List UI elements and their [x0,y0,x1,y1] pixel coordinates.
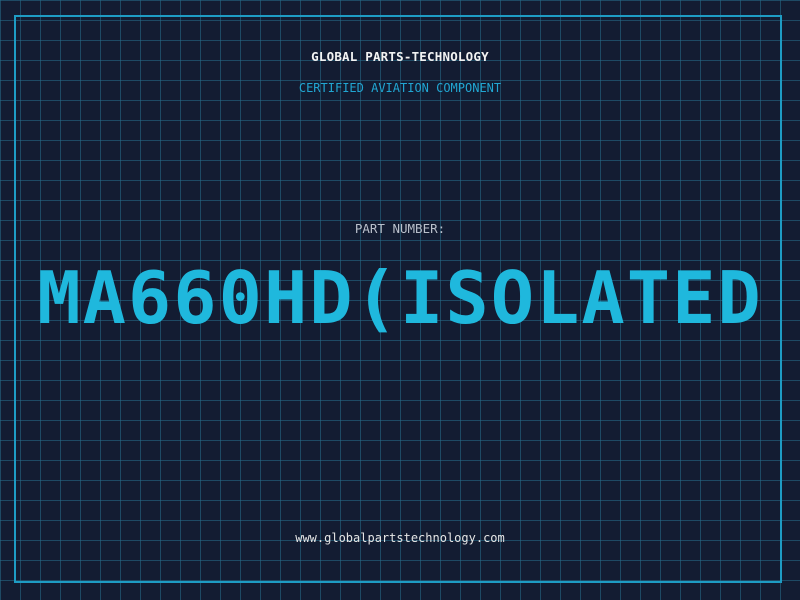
part-card: GLOBAL PARTS-TECHNOLOGY CERTIFIED AVIATI… [0,0,800,600]
website-url: www.globalpartstechnology.com [295,531,505,545]
company-name: GLOBAL PARTS-TECHNOLOGY [311,49,489,64]
part-number-value: MA660HD(ISOLATED [37,256,763,340]
certification-subtitle: CERTIFIED AVIATION COMPONENT [298,81,502,95]
part-number-label: PART NUMBER: [354,221,446,236]
